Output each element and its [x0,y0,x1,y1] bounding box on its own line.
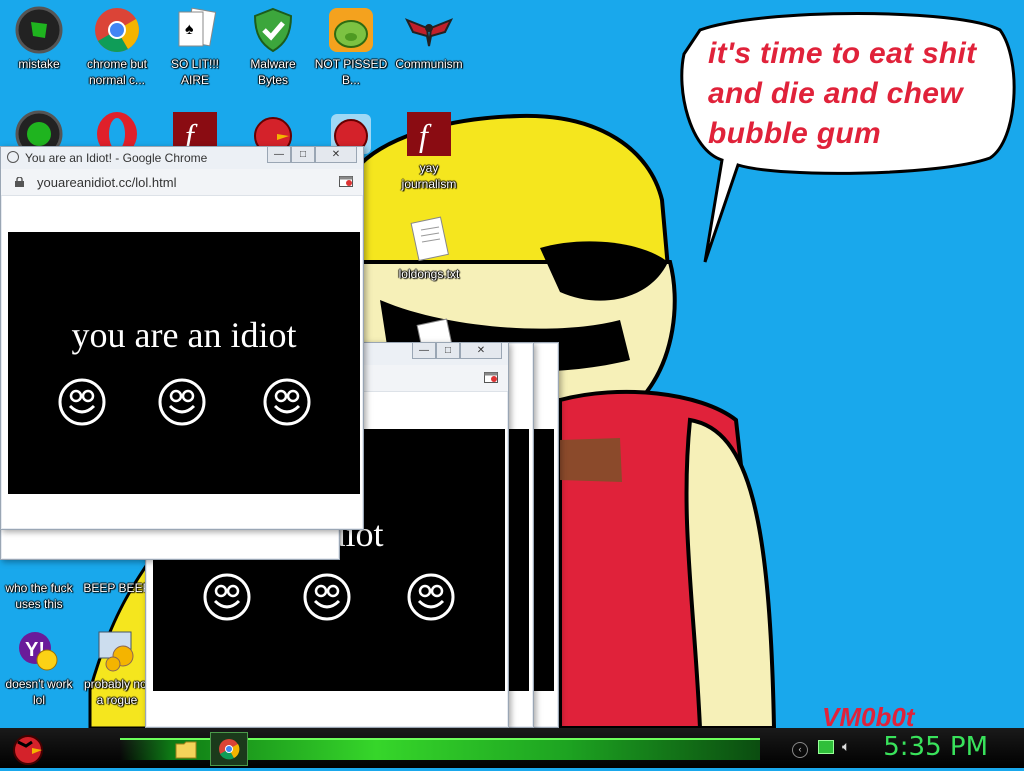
start-button[interactable] [8,730,48,766]
chrome-icon [219,739,240,760]
window-caption-buttons: — □ ✕ [267,147,357,163]
wing-emblem-icon [404,6,454,54]
maximize-button[interactable]: □ [291,147,315,163]
desktop-icon-label: NOT PISSED B... [314,57,388,87]
desktop-icon-label: who the fuck uses this [5,581,73,611]
taskbar: ‹ 🔈︎ 5:35 PM [0,728,1024,768]
network-icon[interactable] [818,740,834,754]
popup-blocked-icon[interactable] [484,372,498,383]
desktop-icon-mistake[interactable]: mistake [1,6,77,72]
maximize-button[interactable]: □ [436,343,460,359]
desktop-icon-solitaire[interactable]: ♠ SO LIT!!! AIRE [157,6,233,88]
lock-icon [15,177,24,187]
collar-shape [560,438,622,482]
desktop-icon-label: yay journalism [401,161,457,191]
desktop-icon-probably-not-rogue[interactable]: probably not a rogue [79,626,155,708]
popup-blocked-icon[interactable] [339,176,353,187]
minimize-button[interactable]: — [412,343,436,359]
speech-bubble-text: it's time to eat shit and die and chew b… [708,37,977,150]
window-titlebar[interactable]: You are an Idiot! - Google Chrome — □ ✕ [1,147,363,169]
svg-text:♠: ♠ [185,21,194,38]
smiley-icon [203,573,251,621]
window-caption-buttons: — □ ✕ [412,343,502,359]
address-bar[interactable]: youareanidiot.cc/lol.html [1,169,363,196]
desktop-icon-label: chrome but normal c... [86,57,148,87]
taskbar-explorer-button[interactable] [172,736,200,762]
desktop-icon-loldongs[interactable]: loldongs.txt [391,216,467,282]
smiley-icon [58,378,106,426]
idiot-content: you are an idiot [8,232,360,494]
razer-icon [15,6,63,54]
desktop-icon-label: loldongs.txt [398,267,460,281]
popup-window-main[interactable]: You are an Idiot! - Google Chrome — □ ✕ … [0,146,364,530]
taskbar-clock[interactable]: 5:35 PM [883,732,988,762]
desktop-icon-label: SO LIT!!! AIRE [170,57,219,87]
smiley-app-icon [7,151,19,163]
desktop-icon-not-pissed[interactable]: NOT PISSED B... [313,6,389,88]
solitaire-cards-icon: ♠ [171,6,219,54]
url-text[interactable]: youareanidiot.cc/lol.html [37,175,176,190]
yahoo-messenger-icon: Y! [15,626,63,674]
smiley-icon [158,378,206,426]
minimize-button[interactable]: — [267,147,291,163]
arm-shape [684,417,777,730]
desktop-icon-label: Communism [395,57,463,71]
angry-birds-pig-icon [327,6,375,54]
tray-expand-icon[interactable]: ‹ [792,742,808,758]
smiley-icon [407,573,455,621]
window-title: You are an Idiot! - Google Chrome [25,151,208,165]
folder-icon [175,741,197,759]
desktop-icon-malwarebytes[interactable]: Malware Bytes [235,6,311,88]
desktop-icon-label: BEEP BEEP [83,581,151,595]
desktop-icon-chrome[interactable]: chrome but normal c... [79,6,155,88]
angry-bird-start-icon [13,735,43,765]
smiley-icon [303,573,351,621]
volume-icon[interactable]: 🔈︎ [842,738,850,755]
desktop-icon-label: doesn't work lol [5,677,73,707]
system-gears-icon [93,626,141,674]
flash-icon: f [405,110,453,158]
close-button[interactable]: ✕ [315,147,357,163]
idiot-message: you are an idiot [71,315,297,355]
desktop-icon-label: mistake [18,57,60,71]
desktop-icon-label: probably not a rogue [83,677,151,707]
desktop-icon-yay-journalism[interactable]: f yay journalism [391,110,467,192]
taskbar-chrome-button[interactable] [210,732,248,766]
shield-check-icon [249,6,297,54]
desktop-icon-yahoo[interactable]: Y! doesn't work lol [1,626,77,708]
smiley-icon [263,378,311,426]
close-button[interactable]: ✕ [460,343,502,359]
chrome-icon [93,6,141,54]
desktop-icon-label: Malware Bytes [250,57,296,87]
desktop-icon-communism[interactable]: Communism [391,6,467,72]
text-file-icon [405,216,453,264]
